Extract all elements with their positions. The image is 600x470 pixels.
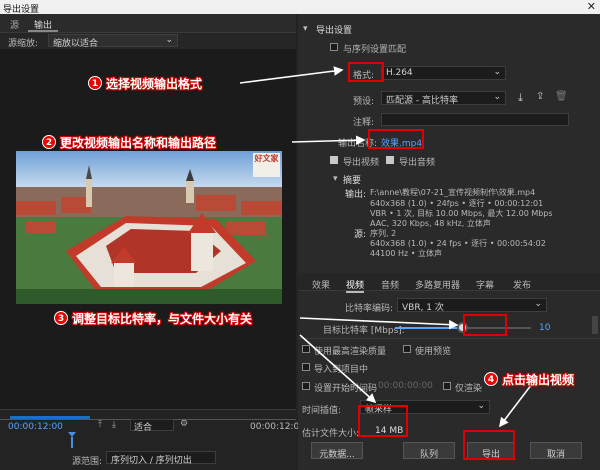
annotation-arrows xyxy=(239,66,536,428)
annotation-text: 选择视频输出格式 xyxy=(106,77,203,91)
annotation-badge: 1 xyxy=(88,76,102,90)
annotation-badge: 3 xyxy=(54,311,68,325)
annotation-text: 点击输出视频 xyxy=(502,373,575,387)
annotation-badge: 2 xyxy=(42,135,56,149)
annotation-text: 调整目标比特率，与文件大小有关 xyxy=(72,312,253,326)
annotation-text: 更改视频输出名称和输出路径 xyxy=(60,136,217,150)
annotation-badge: 4 xyxy=(484,372,498,386)
